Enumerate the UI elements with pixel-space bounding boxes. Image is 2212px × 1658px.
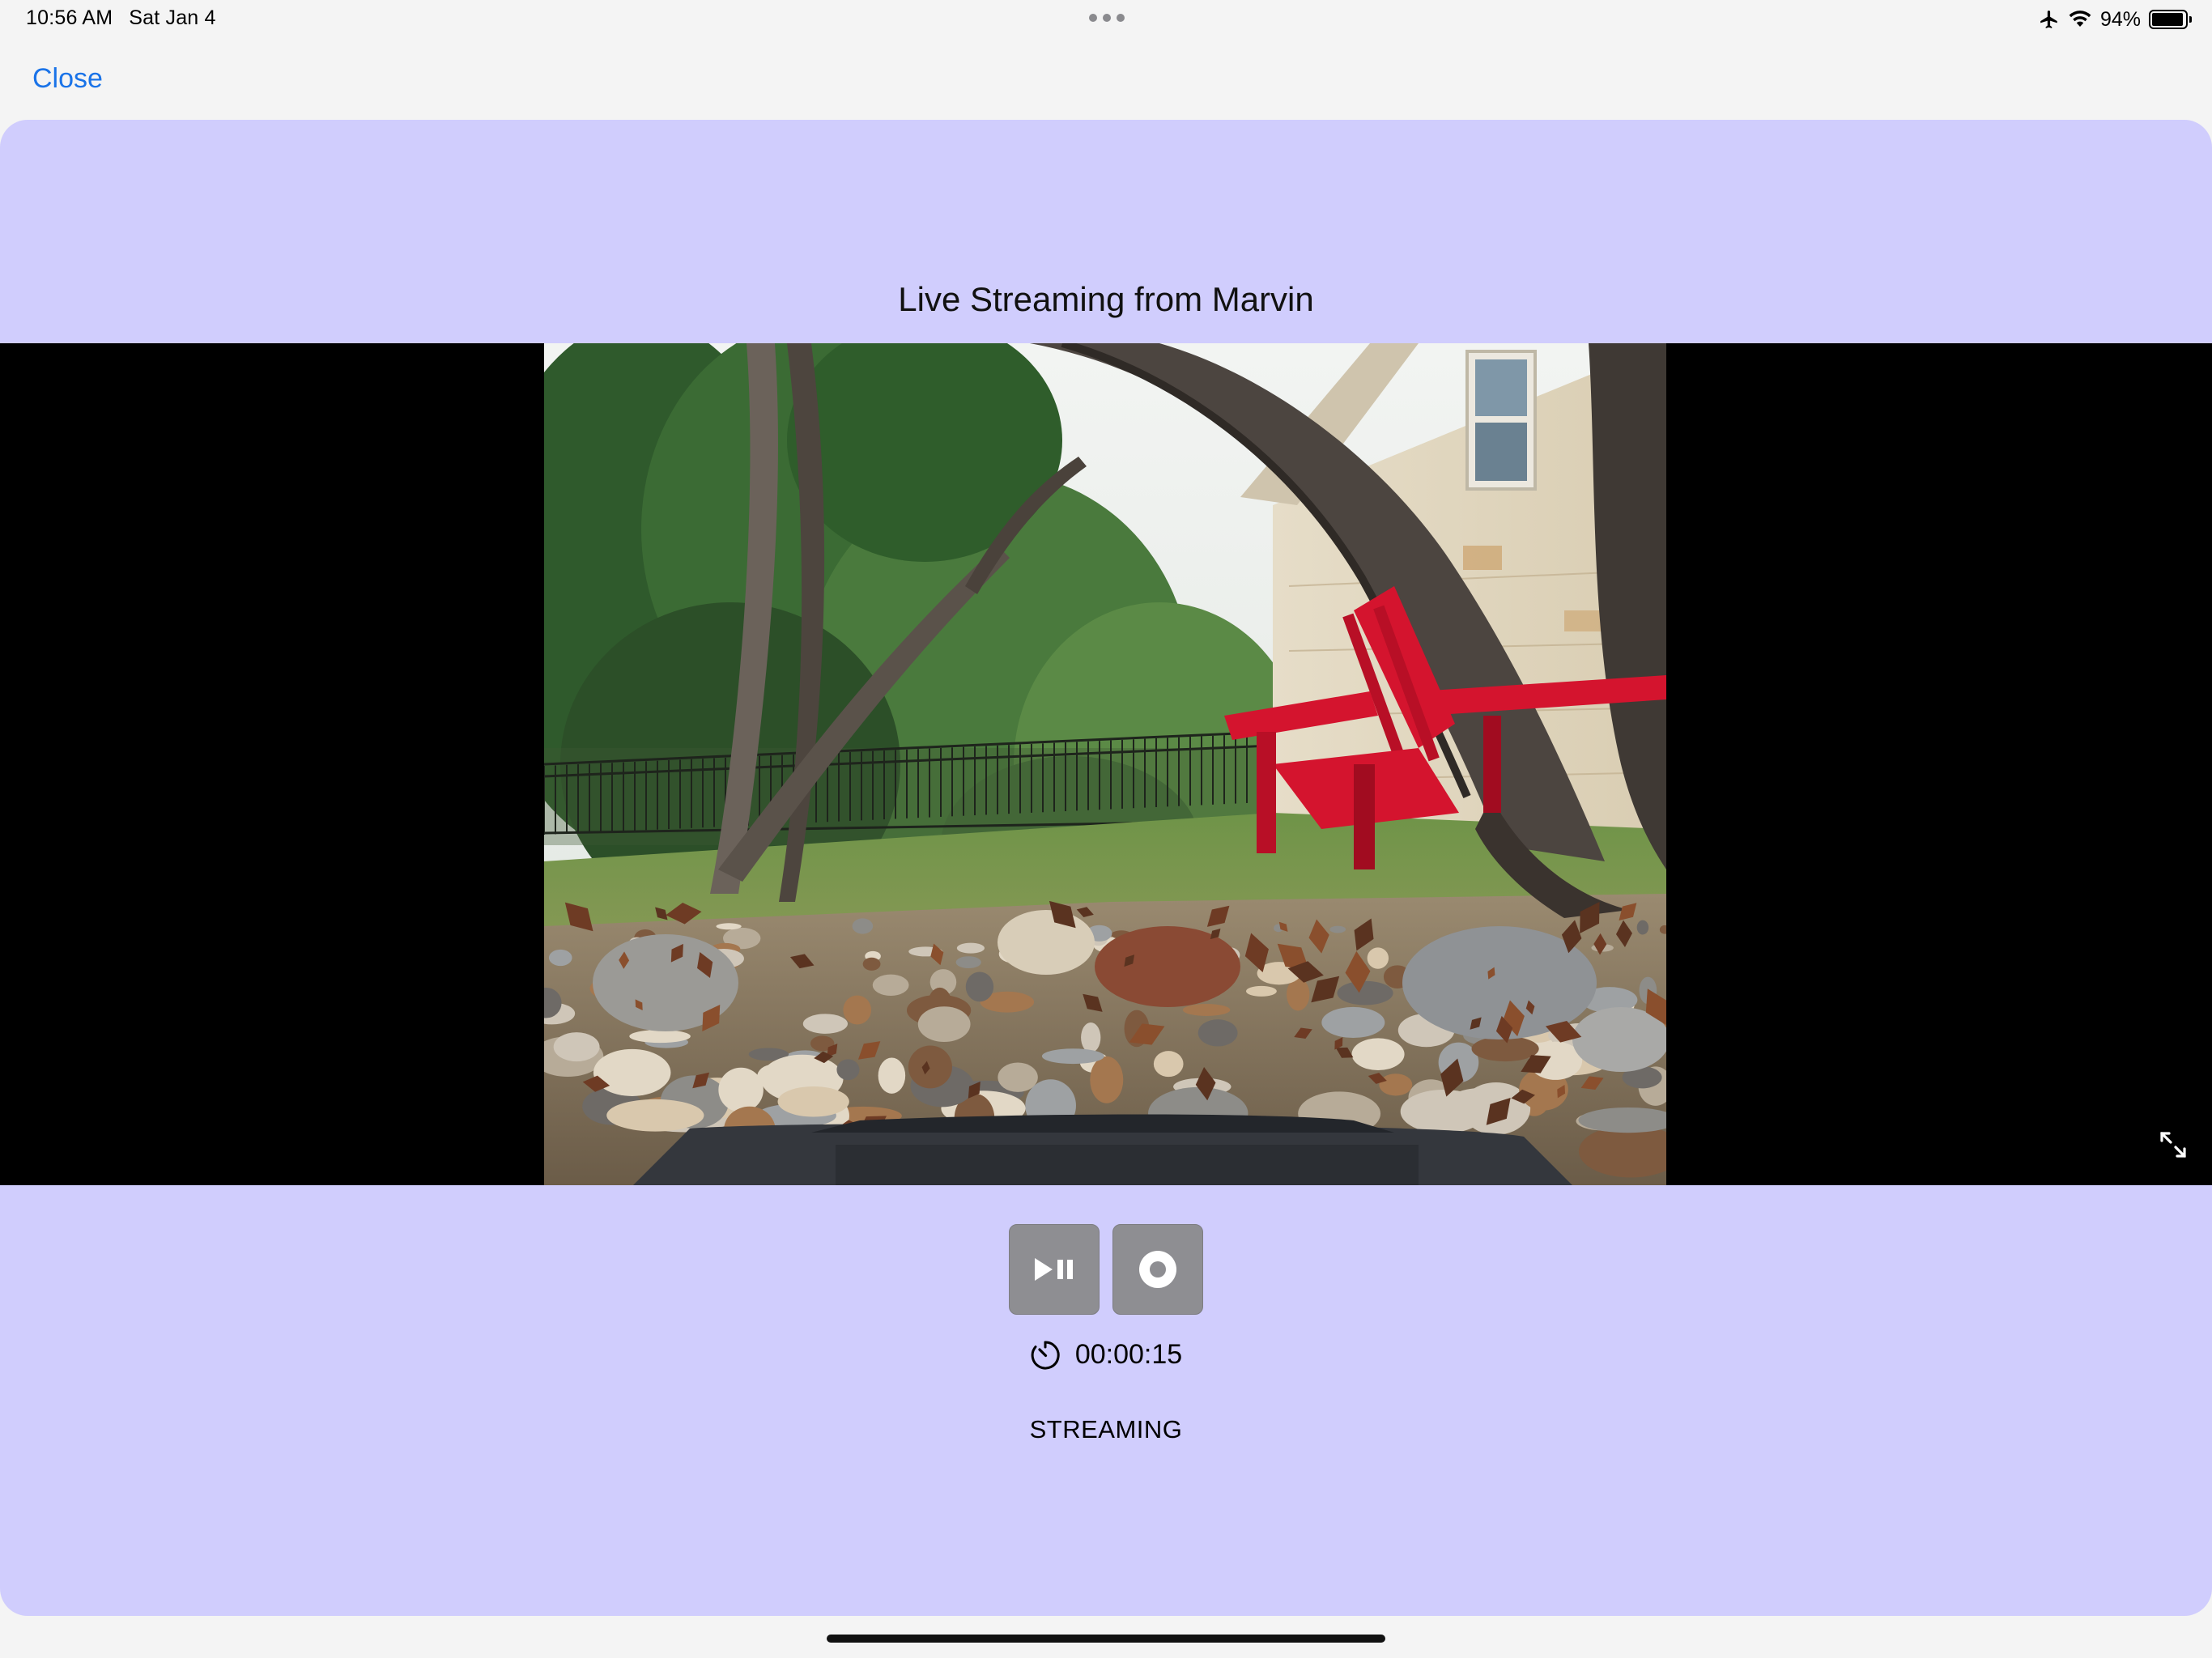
video-player[interactable]	[0, 343, 2212, 1185]
play-pause-button[interactable]	[1009, 1224, 1100, 1315]
timer-icon	[1031, 1340, 1060, 1369]
multitasking-dots-icon[interactable]	[1089, 14, 1125, 22]
airplane-icon	[2040, 11, 2057, 28]
home-indicator[interactable]	[827, 1635, 1385, 1643]
wifi-icon	[2069, 11, 2091, 27]
status-icons: 94%	[2039, 6, 2192, 32]
fullscreen-button[interactable]	[2157, 1129, 2189, 1161]
stream-title: Live Streaming from Marvin	[898, 280, 1314, 318]
status-time: 10:56 AM Sat Jan 4	[26, 6, 216, 30]
live-video-frame	[544, 343, 1666, 1185]
clock-time: 10:56 AM	[26, 6, 113, 29]
elapsed-time: 00:00:15	[1074, 1339, 1183, 1370]
record-icon	[1139, 1251, 1176, 1288]
stream-status: STREAMING	[1029, 1415, 1183, 1443]
video-image	[544, 343, 1666, 1185]
status-bar: 10:56 AM Sat Jan 4 94%	[0, 0, 2212, 39]
fullscreen-icon	[2160, 1132, 2186, 1158]
elapsed-timer: 00:00:15	[0, 1339, 2212, 1371]
streaming-sheet: Live Streaming from Marvin 00:00:15 STRE…	[0, 120, 2212, 1616]
playback-controls	[1009, 1224, 1203, 1315]
battery-percent: 94%	[2099, 7, 2141, 31]
clock-date: Sat Jan 4	[129, 6, 216, 29]
close-button[interactable]: Close	[32, 63, 103, 95]
battery-icon	[2149, 10, 2192, 29]
record-button[interactable]	[1112, 1224, 1203, 1315]
play-pause-icon	[1035, 1258, 1073, 1281]
battery-fill	[2152, 13, 2183, 26]
